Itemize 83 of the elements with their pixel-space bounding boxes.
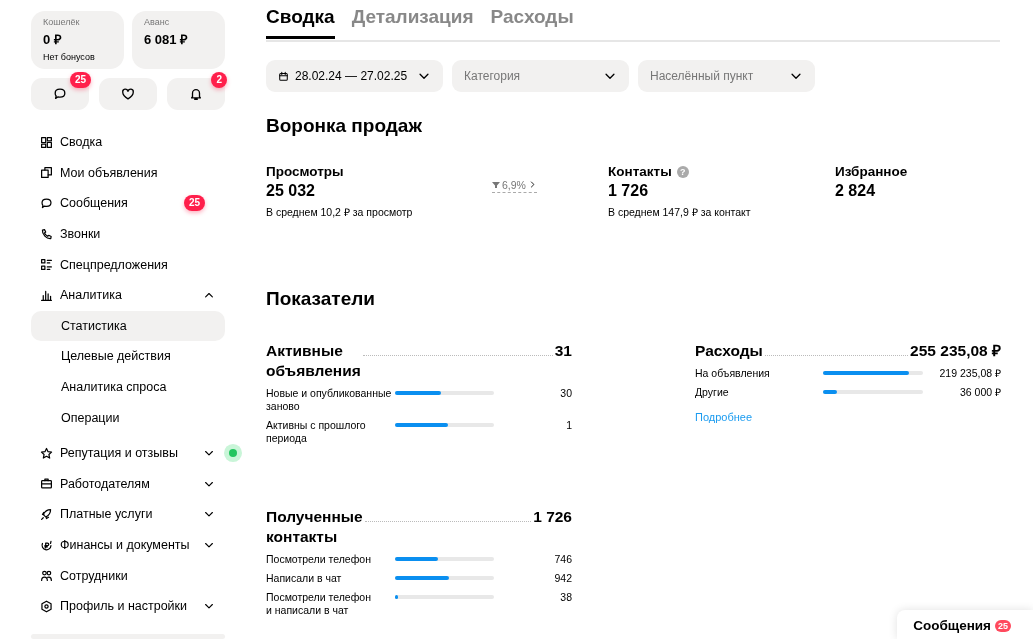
bar-chart-icon <box>40 288 53 302</box>
tab[interactable]: Детализация <box>351 0 474 39</box>
phone-icon <box>40 227 53 241</box>
settings-icon <box>40 599 53 613</box>
metric-value: 25 032 <box>266 182 315 200</box>
nav-item[interactable]: Сотрудники <box>31 560 225 591</box>
nav-item[interactable]: Работодателям <box>31 468 225 500</box>
indicator-title: Расходы <box>695 341 763 361</box>
indicator-total: 1 726 <box>533 507 572 527</box>
row-label: Посмотрели телефон <box>266 553 372 566</box>
metric-label: Избранное <box>835 164 908 179</box>
row-value: 1 <box>565 419 572 432</box>
count-badge: 25 <box>995 619 1011 632</box>
tab[interactable]: Сводка <box>266 0 335 39</box>
card-label: Кошелёк <box>43 17 80 27</box>
messages-button[interactable]: Сообщения 25 <box>897 610 1033 639</box>
nav-item[interactable]: Сообщения 25 <box>31 188 225 219</box>
calendar-icon <box>278 70 289 82</box>
count-badge: 2 <box>211 72 227 88</box>
nav-item[interactable]: Профиль и настройки <box>31 590 225 622</box>
indicator-title: Полученные контакты <box>266 507 363 547</box>
nav-item[interactable]: Платные услуги <box>31 499 225 530</box>
bell-icon <box>189 87 203 101</box>
section-title: Воронка продаж <box>266 114 423 138</box>
row-value: 30 <box>559 387 572 400</box>
card-note: Нет бонусов <box>43 52 95 62</box>
select-dropdown[interactable]: Населённый пункт <box>638 60 815 92</box>
metric-value: 1 726 <box>608 182 649 200</box>
count-badge: 25 <box>69 72 91 88</box>
indicator-total: 31 <box>554 341 572 361</box>
row-label: Другие <box>695 386 730 399</box>
nav-subitem[interactable]: Целевые действия <box>31 341 225 372</box>
copy-icon <box>40 166 53 180</box>
row-label: Новые и опубликованные заново <box>266 387 393 413</box>
people-icon <box>40 569 53 583</box>
row-label: Посмотрели телефон и написали в чат <box>266 591 372 617</box>
row-value: 746 <box>553 553 572 566</box>
quick-button[interactable] <box>99 78 157 110</box>
nav-subitem[interactable]: Операции <box>31 402 225 433</box>
row-label: Активны с прошлого периода <box>266 419 367 445</box>
date-range-dropdown[interactable]: 28.02.24 — 27.02.25 <box>266 60 443 92</box>
nav-item[interactable]: Аналитика <box>31 279 225 311</box>
tab[interactable]: Расходы <box>490 0 574 39</box>
ruble-circle-icon <box>40 538 53 552</box>
card-amount: 6 081 ₽ <box>144 31 189 48</box>
grid-icon <box>40 135 53 149</box>
briefcase-icon <box>40 477 53 491</box>
chat-bubble-icon <box>53 87 67 101</box>
nav-item[interactable]: Сводка <box>31 127 225 158</box>
nav-item[interactable]: Репутация и отзывы <box>31 437 225 469</box>
balance-card[interactable]: Аванс 6 081 ₽ <box>132 11 225 69</box>
row-label: На объявления <box>695 367 771 380</box>
section-title: Показатели <box>266 287 376 311</box>
list-icon <box>40 258 53 272</box>
nav-item[interactable]: Спецпредложения <box>31 249 225 280</box>
metric-note: В среднем 10,2 ₽ за просмотр <box>266 205 413 219</box>
row-value: 36 000 ₽ <box>958 386 1001 399</box>
row-value: 942 <box>553 572 572 585</box>
row-value: 219 235,08 ₽ <box>938 367 1001 380</box>
select-dropdown[interactable]: Категория <box>452 60 629 92</box>
row-label: Написали в чат <box>266 572 343 585</box>
nav-subitem[interactable]: Аналитика спроса <box>31 371 225 403</box>
conversion-link[interactable]: 6,9% <box>492 178 537 193</box>
chat-bubble-icon <box>40 197 53 210</box>
star-icon <box>40 446 53 460</box>
row-value: 38 <box>559 591 572 604</box>
card-label: Аванс <box>144 17 170 27</box>
metric-label: Просмотры <box>266 164 344 179</box>
indicator-title: Активные объявления <box>266 341 361 381</box>
metric-label: Контакты <box>608 164 672 179</box>
balance-card[interactable]: Кошелёк 0 ₽ Нет бонусов <box>31 11 124 69</box>
nav-item[interactable]: Звонки <box>31 218 225 250</box>
funnel-icon <box>492 180 500 189</box>
nav-item[interactable]: Мои объявления <box>31 157 225 189</box>
heart-icon <box>121 87 135 101</box>
metric-value: 2 824 <box>835 182 876 200</box>
indicator-total: 255 235,08 ₽ <box>910 341 1001 361</box>
count-badge: 25 <box>183 195 205 212</box>
metric-note: В среднем 147,9 ₽ за контакт <box>608 205 751 219</box>
nav-subitem[interactable]: Статистика <box>31 310 225 342</box>
nav-item[interactable]: Финансы и документы <box>31 529 225 561</box>
rocket-icon <box>40 507 53 521</box>
card-amount: 0 ₽ <box>43 31 62 48</box>
